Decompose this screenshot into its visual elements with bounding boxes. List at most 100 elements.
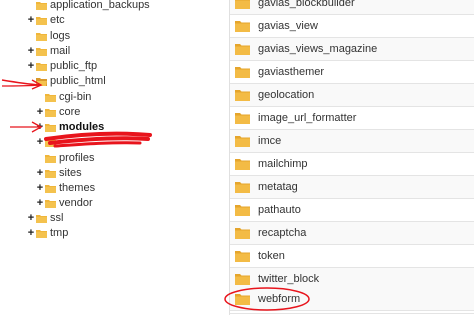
folder-icon [235,228,250,239]
list-item-label: gavias_views_magazine [258,43,378,55]
folder-icon [36,214,47,223]
folder-icon [235,182,250,193]
folder-icon [45,138,56,147]
folder-icon [45,108,56,117]
tree-item-label: ssl [50,212,64,224]
list-item-gaviasthemer[interactable]: gaviasthemer [230,61,474,84]
tree-item-label: public_html [50,75,106,87]
list-item-gavias-view[interactable]: gavias_view [230,15,474,38]
list-item-label: geolocation [258,89,315,101]
folder-icon [235,113,250,124]
list-item-imce[interactable]: imce [230,130,474,153]
list-item-label: twitter_block [258,273,320,285]
list-item-gavias-views-magazine[interactable]: gavias_views_magazine [230,38,474,61]
list-item-metatag[interactable]: metatag [230,176,474,199]
tree-item-label: sites [59,167,82,179]
tree-item-label: etc [50,14,65,26]
list-item-label: gavias_view [258,20,318,32]
folder-icon [36,47,47,56]
list-item-label: token [258,250,285,262]
expand-toggle[interactable]: + [36,135,44,149]
expand-toggle[interactable]: + [36,181,44,195]
folder-icon [45,169,56,178]
list-item-recaptcha[interactable]: recaptcha [230,222,474,245]
list-item-label: webform [258,292,301,305]
tree-item-ssl[interactable]: + ssl [27,211,64,225]
list-item-label: pathauto [258,204,301,216]
folder-icon [45,123,56,132]
list-item-image-url-formatter[interactable]: image_url_formatter [230,107,474,130]
tree-item-label: logs [50,30,71,42]
list-item-label: metatag [258,181,298,193]
list-item-label: image_url_formatter [258,112,357,124]
tree-item-logs[interactable]: logs [27,29,70,43]
list-item-pathauto[interactable]: pathauto [230,199,474,222]
folder-icon [235,251,250,262]
expand-toggle[interactable]: + [27,226,35,240]
folder-icon [45,199,56,208]
tree-item-public-ftp[interactable]: + public_ftp [27,59,97,73]
expand-toggle[interactable]: + [27,44,35,58]
folder-icon [235,21,250,32]
folder-icon [235,205,250,216]
tree-item-label: mail [50,45,71,57]
list-item-gavias-blockbuilder[interactable]: gavias_blockbuilder [230,0,474,15]
folder-icon [45,93,56,102]
folder-icon [235,136,250,147]
tree-item-themes[interactable]: + themes [36,181,95,195]
folder-icon [36,229,47,238]
expand-toggle[interactable]: + [27,13,35,27]
list-item-label: gaviasthemer [258,66,325,78]
folder-icon [235,0,250,9]
tree-item-redacted[interactable]: + [36,135,59,149]
tree-item-cgi-bin[interactable]: cgi-bin [36,90,91,104]
tree-item-label: vendor [59,197,93,209]
tree-item-core[interactable]: + core [36,105,81,119]
list-item-webform[interactable]: webform [230,287,474,311]
tree-item-label: public_ftp [50,60,98,72]
file-manager: application_backups + etc logs + mail + … [0,0,474,315]
tree-item-profiles[interactable]: profiles [36,151,94,165]
list-item-label: mailchimp [258,158,308,170]
tree-item-mail[interactable]: + mail [27,44,70,58]
tree-item-application-backups[interactable]: application_backups [27,0,150,12]
tree-item-label: modules [59,121,105,133]
tree-item-sites[interactable]: + sites [36,166,82,180]
list-item-label: recaptcha [258,227,307,239]
tree-item-label: cgi-bin [59,91,92,103]
expand-toggle[interactable]: + [36,120,44,134]
folder-icon [36,1,47,10]
folder-icon [235,274,250,285]
list-item-label: imce [258,135,282,147]
tree-item-label: application_backups [50,0,150,11]
file-list: gavias_blockbuilder gavias_view gavias_v… [226,0,474,315]
expand-toggle[interactable]: + [27,211,35,225]
expand-toggle[interactable]: + [27,59,35,73]
tree-item-vendor[interactable]: + vendor [36,196,93,210]
folder-icon [36,32,47,41]
folder-icon [36,62,47,71]
tree-item-label: themes [59,182,96,194]
folder-icon [235,90,250,101]
tree-item-tmp[interactable]: + tmp [27,226,69,240]
tree-item-public-html[interactable]: public_html [27,74,106,88]
folder-icon [235,67,250,78]
tree-item-label: tmp [50,227,69,239]
tree-item-label: core [59,106,81,118]
tree-item-etc[interactable]: + etc [27,13,65,27]
folder-icon [45,184,56,193]
expand-toggle[interactable]: + [36,196,44,210]
folder-icon [45,154,56,163]
list-item-label: gavias_blockbuilder [258,0,355,9]
expand-toggle[interactable]: + [36,166,44,180]
folder-icon [235,159,250,170]
expand-toggle[interactable]: + [36,105,44,119]
list-item-token[interactable]: token [230,245,474,268]
list-item-geolocation[interactable]: geolocation [230,84,474,107]
open-folder-icon [36,77,47,86]
tree-item-label: profiles [59,152,95,164]
list-item-mailchimp[interactable]: mailchimp [230,153,474,176]
folder-icon [235,44,250,55]
folder-icon [235,293,250,305]
tree-item-modules[interactable]: + modules [36,120,104,134]
